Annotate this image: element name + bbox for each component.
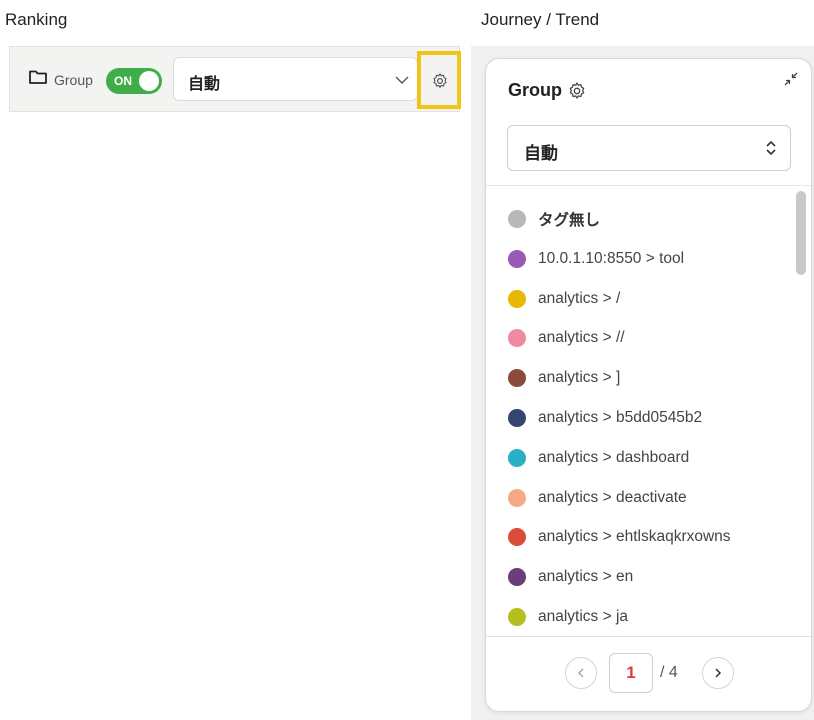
list-item-label: analytics > ] [538,369,621,387]
prev-page-button[interactable] [565,657,597,689]
color-dot [508,488,526,507]
color-dot [508,289,526,308]
list-item[interactable]: タグ無し [508,208,600,230]
color-dot [508,448,526,467]
group-mode-select[interactable]: 自動 [173,57,418,101]
group-list: タグ無し 10.0.1.10:8550 > tool analytics > / an… [486,186,796,636]
footer-divider [486,636,811,637]
ranking-title: Ranking [5,10,68,29]
list-item-label: analytics > ja [538,608,629,625]
next-page-button[interactable] [702,657,734,689]
toggle-knob [139,71,159,91]
page-total: / 4 [660,664,678,681]
scrollbar-thumb[interactable] [796,191,806,275]
collapse-icon[interactable] [783,71,799,87]
color-dot [508,568,526,587]
group-label: Group [54,72,93,88]
group-settings-card: Group 自動 タグ無し 10.0.1.10:8550 > tool analyt… [485,58,812,712]
color-dot [508,210,526,228]
journey-trend-title: Journey / Trend [481,10,600,29]
list-item-label: analytics > // [538,329,625,347]
list-item[interactable]: 10.0.1.10:8550 > tool [508,248,684,270]
updown-chevron-icon [766,140,776,156]
card-group-mode-value: 自動 [524,144,558,163]
list-item-label: analytics > ehtlskaqkrxowns [538,528,731,546]
list-item[interactable]: analytics > en [508,566,633,588]
group-mode-value: 自動 [188,76,221,93]
chevron-left-icon [577,668,584,678]
list-item-label: analytics > b5dd0545b2 [538,409,703,426]
color-dot [508,528,526,547]
current-page-input[interactable]: 1 [609,653,653,693]
color-dot [508,608,526,626]
card-group-mode-select[interactable]: 自動 [507,125,791,171]
color-dot [508,249,526,268]
list-item-label: analytics > en [538,568,634,586]
list-item[interactable]: analytics > ] [508,367,620,389]
card-title: Group [508,80,562,100]
list-item[interactable]: analytics > ja [508,606,628,628]
color-dot [508,369,526,388]
folder-icon [29,70,47,84]
list-item-label: analytics > / [538,289,621,307]
list-item[interactable]: analytics > deactivate [508,487,687,509]
color-dot [508,409,526,427]
group-toggle[interactable]: ON [106,68,162,94]
list-item[interactable]: analytics > dashboard [508,447,689,469]
chevron-right-icon [715,668,722,678]
color-dot [508,329,526,348]
ranking-toolbar: Group ON 自動 [9,46,461,112]
toggle-on-label: ON [114,74,132,88]
chevron-down-icon [395,76,409,84]
settings-button[interactable] [417,51,461,109]
list-item[interactable]: analytics > b5dd0545b2 [508,407,702,429]
list-item[interactable]: analytics > ehtlskaqkrxowns [508,526,731,548]
list-item-label: タグ無し [538,212,601,229]
list-item[interactable]: analytics > / [508,288,620,310]
list-item-label: 10.0.1.10:8550 > tool [538,249,685,267]
list-item-label: analytics > deactivate [538,488,687,506]
list-item[interactable]: analytics > // [508,327,625,349]
gear-icon[interactable] [567,81,587,101]
list-item-label: analytics > dashboard [538,448,690,466]
gear-icon [433,73,447,88]
